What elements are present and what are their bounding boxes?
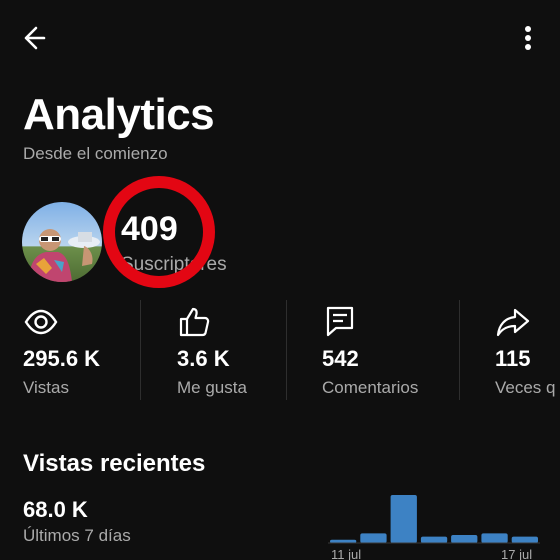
chart-bar xyxy=(481,533,508,543)
stat-comments[interactable]: 542 Comentarios xyxy=(322,300,452,400)
stat-label: Vistas xyxy=(23,378,69,397)
page-subtitle: Desde el comienzo xyxy=(23,144,168,163)
stat-value: 542 xyxy=(322,346,359,371)
stat-shares[interactable]: 115 Veces q xyxy=(495,300,560,400)
back-button[interactable] xyxy=(18,20,62,56)
comment-icon xyxy=(322,304,358,340)
recent-views-value: 68.0 K xyxy=(23,497,88,522)
chart-bar xyxy=(511,536,538,543)
page-title: Analytics xyxy=(23,90,215,139)
more-vertical-icon xyxy=(525,26,531,50)
x-tick-label: 11 jul xyxy=(331,547,361,560)
section-title: Vistas recientes xyxy=(23,450,206,477)
chart-bar xyxy=(451,535,478,543)
avatar-photo xyxy=(22,202,102,282)
stat-likes[interactable]: 3.6 K Me gusta xyxy=(177,300,277,400)
stat-divider xyxy=(286,300,287,400)
stat-divider xyxy=(459,300,460,400)
eye-icon xyxy=(23,304,59,340)
share-icon xyxy=(495,304,531,340)
stat-label: Veces q xyxy=(495,378,556,397)
subscriber-label: Suscriptores xyxy=(121,254,227,275)
stat-value: 115 xyxy=(495,346,531,371)
stat-value: 295.6 K xyxy=(23,346,101,371)
stat-label: Comentarios xyxy=(322,378,419,397)
stat-divider xyxy=(140,300,141,400)
arrow-left-icon xyxy=(24,26,46,50)
chart-bar xyxy=(420,536,448,543)
channel-avatar[interactable] xyxy=(22,202,102,282)
chart-bar xyxy=(390,495,417,543)
stat-value: 3.6 K xyxy=(177,346,230,371)
thumbs-up-icon xyxy=(177,304,213,340)
x-tick-label: 17 jul xyxy=(501,547,532,560)
stat-label: Me gusta xyxy=(177,378,247,397)
recent-views-period: Últimos 7 días xyxy=(23,526,131,545)
more-options-button[interactable] xyxy=(512,22,544,54)
stat-views[interactable]: 295.6 K Vistas xyxy=(23,300,133,400)
subscriber-count: 409 xyxy=(121,210,178,248)
recent-views-chart[interactable]: 11 jul 17 jul xyxy=(328,486,540,560)
chart-bar xyxy=(360,533,387,543)
